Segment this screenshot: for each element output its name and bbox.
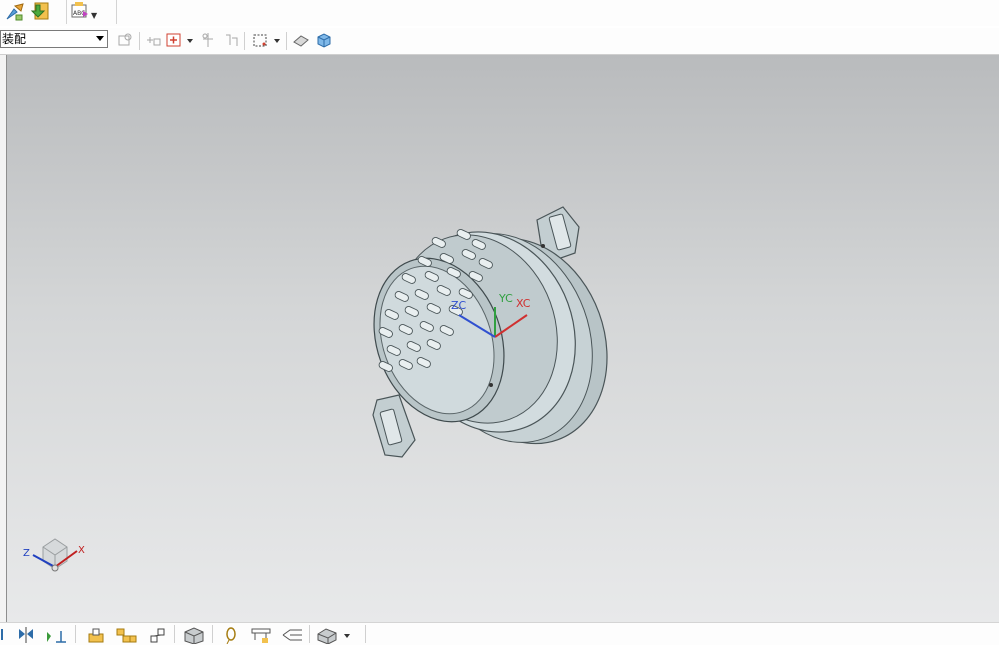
section-icon[interactable] bbox=[149, 626, 167, 644]
toolbar-separator bbox=[75, 625, 76, 643]
type-filter-select[interactable]: 装配 bbox=[0, 30, 108, 48]
shaded-part-icon[interactable] bbox=[316, 626, 338, 645]
triad-x-label: X bbox=[78, 545, 85, 556]
selection-box-icon[interactable] bbox=[251, 31, 269, 49]
assembly-icon[interactable] bbox=[115, 626, 137, 644]
top-toolbar: ABC ▼ bbox=[0, 0, 999, 26]
axis-icon[interactable] bbox=[44, 626, 66, 644]
wcs-zc-label: ZC bbox=[451, 299, 467, 312]
bottom-toolbar bbox=[0, 622, 999, 645]
wcs-yc-label: YC bbox=[498, 292, 513, 305]
toolbar-separator bbox=[212, 625, 213, 643]
assembly-toolbar-group bbox=[0, 0, 67, 24]
toolbar-separator bbox=[365, 625, 366, 643]
toolbar-separator bbox=[244, 32, 245, 50]
text-annotation-icon[interactable]: ABC bbox=[68, 1, 90, 23]
repositon-icon[interactable] bbox=[222, 31, 240, 49]
add-component-icon[interactable] bbox=[165, 31, 183, 49]
model-canvas: ZC YC XC Z X bbox=[23, 206, 635, 572]
chevron-down-icon[interactable] bbox=[272, 31, 282, 49]
toolbar-separator bbox=[139, 32, 140, 50]
mirror-icon[interactable] bbox=[17, 626, 35, 644]
toolbar-separator bbox=[309, 625, 310, 643]
annotation-toolbar-group: ABC ▼ bbox=[64, 0, 117, 24]
chevron-down-icon bbox=[96, 36, 104, 41]
toolbar-separator bbox=[174, 625, 175, 643]
type-filter-value: 装配 bbox=[2, 32, 27, 46]
chevron-down-icon[interactable] bbox=[342, 626, 352, 644]
move-icon[interactable] bbox=[199, 31, 217, 49]
save-assembly-icon[interactable] bbox=[29, 1, 51, 23]
assembly-constraints-icon[interactable] bbox=[4, 1, 26, 23]
graphics-viewport[interactable]: ZC YC XC Z X bbox=[6, 55, 999, 622]
chevron-down-icon[interactable]: ▼ bbox=[91, 11, 97, 20]
view-triad[interactable]: Z X bbox=[23, 538, 85, 572]
lasso-icon[interactable] bbox=[222, 626, 240, 645]
eraser-icon[interactable] bbox=[292, 31, 310, 49]
selection-scope-icon[interactable] bbox=[116, 31, 134, 49]
wcs-xc-label: XC bbox=[516, 297, 531, 310]
toolbar-separator bbox=[286, 32, 287, 50]
clamp-icon[interactable] bbox=[250, 626, 272, 644]
tree-icon[interactable] bbox=[280, 626, 304, 644]
shaded-cube-icon[interactable] bbox=[315, 31, 333, 49]
pattern-icon[interactable] bbox=[86, 626, 104, 644]
hinge-icon[interactable] bbox=[0, 626, 12, 644]
box-view-icon[interactable] bbox=[183, 626, 205, 645]
snap-point-icon[interactable] bbox=[145, 31, 163, 49]
connector-model[interactable] bbox=[352, 206, 635, 468]
chevron-down-icon[interactable] bbox=[185, 31, 195, 49]
triad-z-label: Z bbox=[23, 548, 30, 559]
selection-toolbar: 装配 bbox=[0, 28, 999, 55]
